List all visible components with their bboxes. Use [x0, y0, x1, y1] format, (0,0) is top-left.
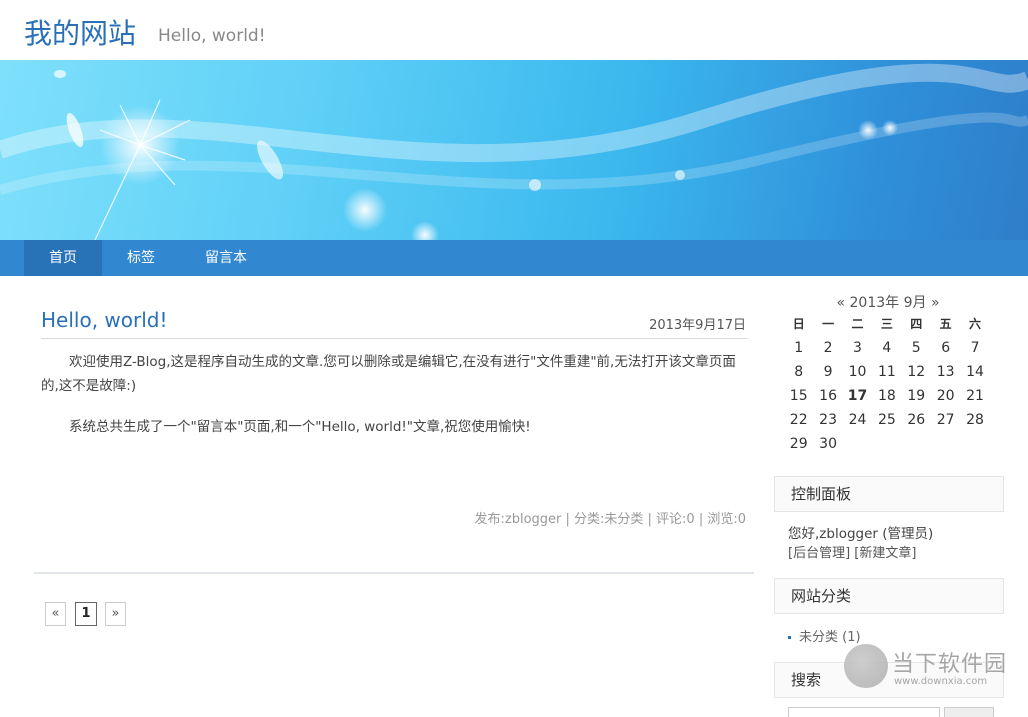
calendar-day: 29 — [789, 436, 808, 452]
watermark-circle-icon — [844, 644, 888, 688]
calendar-day: 16 — [819, 388, 837, 404]
calendar-week-row: 15 16 17 18 19 20 21 — [784, 384, 992, 408]
calendar-weekday: 二 — [851, 317, 864, 331]
calendar-day: 7 — [970, 340, 980, 356]
calendar-day: 20 — [936, 388, 955, 404]
calendar-weekday: 日 — [792, 317, 805, 331]
bullet-icon — [788, 636, 791, 639]
calendar-day: 9 — [823, 364, 833, 380]
calendar-prev-month[interactable]: « — [836, 295, 845, 311]
calendar-weekday: 六 — [969, 317, 982, 331]
control-panel-links: [后台管理] [新建文章] — [788, 542, 916, 561]
calendar-next-month[interactable]: » — [931, 295, 940, 311]
calendar-grid: 日 一 二 三 四 五 六 1 2 3 4 5 6 7 8 9 10 11 12… — [784, 312, 992, 456]
calendar-day: 28 — [966, 412, 984, 428]
pagination-prev[interactable]: « — [45, 602, 66, 626]
calendar-day: 8 — [794, 364, 804, 380]
search-input[interactable] — [788, 707, 940, 717]
post-divider — [34, 572, 754, 574]
calendar-day: 15 — [789, 388, 808, 404]
post-meta: 发布:zblogger | 分类:未分类 | 评论:0 | 浏览:0 — [474, 512, 746, 527]
pagination-next[interactable]: » — [105, 602, 126, 626]
calendar-weekday: 三 — [880, 317, 893, 331]
calendar-day — [931, 432, 960, 456]
post-title-divider — [41, 338, 747, 339]
header-banner — [0, 60, 1028, 240]
calendar-day — [960, 432, 989, 456]
calendar-day: 5 — [911, 340, 921, 356]
calendar-week-row: 8 9 10 11 12 13 14 — [784, 360, 992, 384]
calendar-weekday: 五 — [939, 317, 952, 331]
calendar-day: 27 — [936, 412, 955, 428]
calendar-day: 18 — [877, 388, 896, 404]
site-title[interactable]: 我的网站 — [24, 12, 136, 52]
calendar-day: 24 — [848, 412, 867, 428]
calendar-day: 6 — [941, 340, 951, 356]
calendar-weekday: 四 — [910, 317, 923, 331]
calendar-day: 12 — [907, 364, 926, 380]
calendar-header: « 2013年 9月 » — [780, 292, 996, 312]
calendar-day — [902, 432, 931, 456]
calendar-day: 10 — [848, 364, 867, 380]
watermark-name: 当下软件园 — [892, 652, 1008, 677]
calendar-day — [872, 432, 901, 456]
calendar-day: 2 — [823, 340, 833, 356]
categories-title: 网站分类 — [774, 578, 1004, 614]
post-date: 2013年9月17日 — [649, 318, 746, 333]
calendar-day: 23 — [819, 412, 837, 428]
nav-home[interactable]: 首页 — [24, 240, 102, 276]
calendar-day: 1 — [794, 340, 804, 356]
control-panel-greeting: 您好,zblogger (管理员) — [788, 526, 934, 542]
calendar-day: 14 — [966, 364, 984, 380]
watermark-url: www.downxia.com — [894, 676, 988, 687]
calendar-day — [843, 432, 872, 456]
calendar-day: 13 — [936, 364, 955, 380]
new-post-link[interactable]: [新建文章] — [854, 546, 916, 561]
pagination-current-page[interactable]: 1 — [75, 602, 97, 626]
calendar-week-row: 22 23 24 25 26 27 28 — [784, 408, 992, 432]
watermark-logo: 当下软件园 www.downxia.com — [840, 640, 1028, 696]
calendar-day: 26 — [907, 412, 926, 428]
calendar-day: 4 — [882, 340, 892, 356]
post-paragraph: 系统总共生成了一个"留言本"页面,和一个"Hello, world!"文章,祝您… — [69, 419, 531, 435]
calendar-week-row: 1 2 3 4 5 6 7 — [784, 336, 992, 360]
calendar-day: 19 — [907, 388, 926, 404]
calendar-day: 3 — [853, 340, 862, 356]
calendar-week-row: 29 30 — [784, 432, 992, 456]
main-nav: 首页 标签 留言本 — [0, 240, 1028, 276]
post-title[interactable]: Hello, world! — [41, 308, 168, 332]
calendar-day: 22 — [789, 412, 808, 428]
control-panel-title: 控制面板 — [774, 476, 1004, 512]
dandelion-banner-art — [0, 63, 1028, 240]
nav-tags[interactable]: 标签 — [102, 240, 180, 276]
site-header: 我的网站 Hello, world! — [0, 0, 1028, 60]
calendar-weekday: 一 — [822, 317, 835, 331]
calendar-day: 11 — [877, 364, 896, 380]
search-button[interactable] — [944, 707, 994, 717]
admin-link[interactable]: [后台管理] — [788, 546, 850, 561]
calendar-day-today[interactable]: 17 — [843, 384, 872, 408]
site-subtitle: Hello, world! — [158, 26, 266, 46]
post-paragraph: 欢迎使用Z-Blog,这是程序自动生成的文章.您可以删除或是编辑它,在没有进行"… — [41, 354, 736, 394]
calendar-day: 21 — [966, 388, 984, 404]
calendar-month-label: 2013年 9月 — [849, 295, 927, 311]
calendar-weekday-row: 日 一 二 三 四 五 六 — [784, 312, 992, 336]
calendar-day: 30 — [819, 436, 837, 452]
calendar-day: 25 — [877, 412, 896, 428]
nav-guestbook[interactable]: 留言本 — [180, 240, 272, 276]
